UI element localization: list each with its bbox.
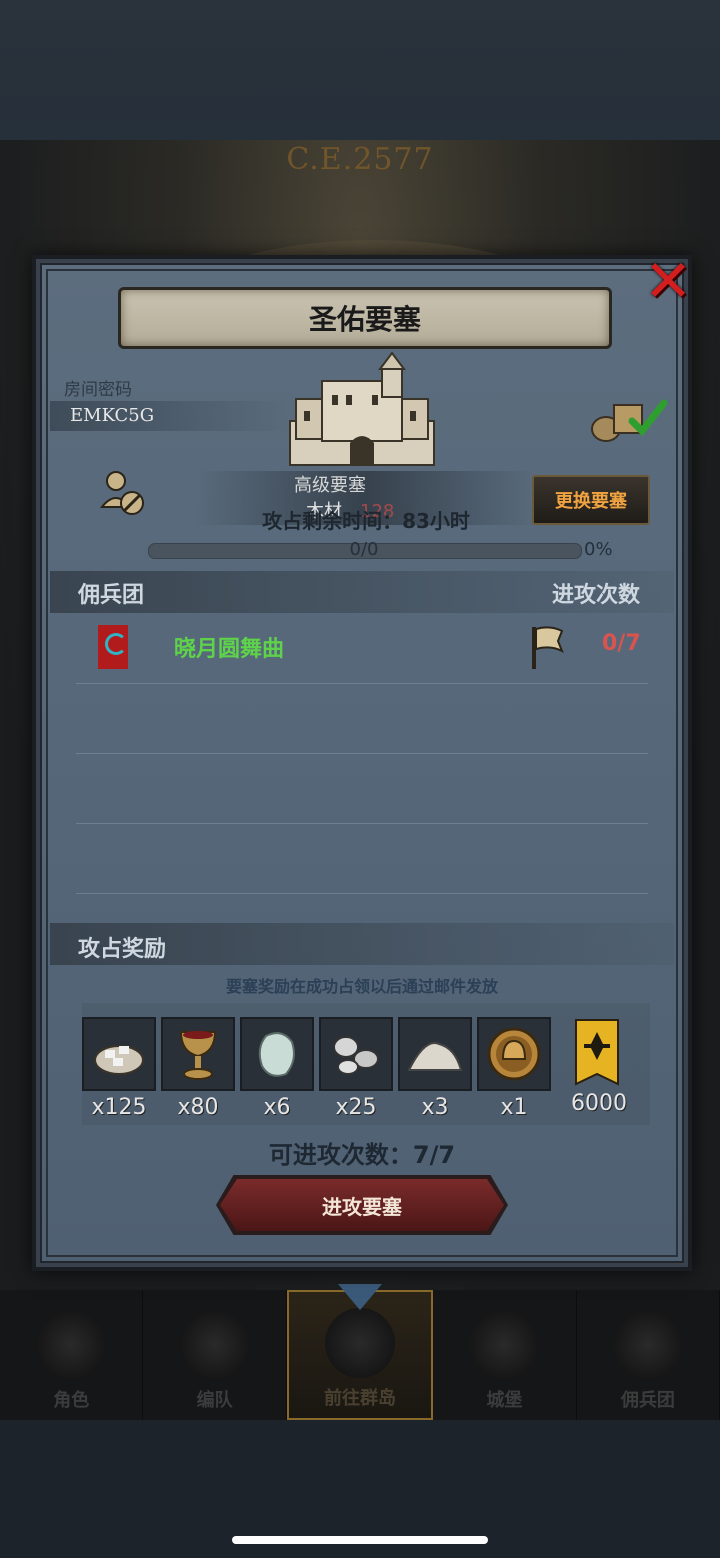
attack-fortress-button[interactable]: 进攻要塞 (220, 1179, 504, 1231)
fortress-grade: 高级要塞 (294, 475, 366, 496)
row-divider (76, 683, 648, 684)
flag-icon (532, 626, 564, 669)
reward-qty: 6000 (571, 1091, 627, 1116)
nav-item-mercenary[interactable]: 佣兵团 (577, 1290, 720, 1420)
close-button[interactable]: ✕ (640, 247, 696, 315)
nav-label: 前往群岛 (324, 1388, 397, 1409)
guild-banner-icon (562, 1017, 632, 1087)
formation-icon (179, 1310, 250, 1380)
nav-label: 角色 (53, 1390, 90, 1411)
attack-button-label: 进攻要塞 (322, 1194, 402, 1219)
fortress-modal: 圣佑要塞 ✕ 房间密码 EMKC5G 高级要塞 木材 128 攻占剩余时间：83小… (32, 252, 692, 1271)
reward-item[interactable]: 6000 (562, 1017, 636, 1116)
nav-item-role[interactable]: 角色 (0, 1290, 144, 1420)
bottom-nav: 角色 编队 前往群岛 城堡 佣兵团 (0, 1284, 720, 1420)
remaining-time: 攻占剩余时间：83小时 (262, 509, 470, 533)
helmet-medal-icon (477, 1017, 551, 1091)
reward-item[interactable]: x25 (319, 1017, 393, 1120)
reward-qty: x125 (91, 1095, 147, 1120)
guild-banner-icon (98, 625, 128, 669)
knight-icon (36, 1310, 107, 1380)
remaining-attempts: 可进攻次数：7/7 (268, 1141, 456, 1169)
silver-ore-sack-icon (82, 1017, 156, 1091)
room-code-value: EMKC5G (70, 405, 155, 426)
chevron-down-icon (338, 1284, 383, 1310)
progress-label: 0/0 (349, 539, 379, 560)
guild-name: 晓月圆舞曲 (174, 637, 285, 662)
powder-pile-icon (398, 1017, 472, 1091)
moonstone-icon (240, 1017, 314, 1091)
globe-icon (325, 1308, 396, 1378)
change-fortress-button[interactable]: 更换要塞 (532, 475, 650, 525)
rewards-section-title: 攻占奖励 (78, 937, 167, 962)
nav-item-islands[interactable]: 前往群岛 (286, 1284, 434, 1420)
reward-item[interactable]: x125 (82, 1017, 156, 1120)
top-background (0, 0, 720, 140)
mercenary-section-title: 佣兵团 (78, 583, 145, 608)
reward-note: 要塞奖励在成功占领以后通过邮件发放 (225, 977, 498, 996)
guild-attack-count: 0/7 (602, 631, 641, 656)
reward-item[interactable]: x3 (398, 1017, 472, 1120)
reward-qty: x6 (263, 1095, 291, 1120)
reward-qty: x80 (177, 1095, 219, 1120)
reward-item[interactable]: x80 (161, 1017, 235, 1120)
row-divider (76, 823, 648, 824)
castle-icon (289, 351, 435, 466)
reward-qty: x25 (335, 1095, 377, 1120)
silver-nuggets-icon (319, 1017, 393, 1091)
mercenary-icon (612, 1310, 683, 1380)
goblet-icon (161, 1017, 235, 1091)
row-divider (76, 893, 648, 894)
nav-label: 佣兵团 (620, 1390, 675, 1411)
reward-item[interactable]: x6 (240, 1017, 314, 1120)
reward-qty: x3 (421, 1095, 449, 1120)
modal-title: 圣佑要塞 (308, 303, 421, 336)
castle-icon (469, 1310, 540, 1380)
era-label: C.E.2577 (286, 142, 434, 177)
row-divider (76, 753, 648, 754)
nav-item-castle[interactable]: 城堡 (433, 1290, 577, 1420)
title-banner: 圣佑要塞 (118, 287, 612, 349)
nav-label: 编队 (196, 1390, 233, 1411)
close-x-icon: ✕ (643, 247, 693, 315)
progress-percent: 0% (584, 539, 613, 560)
attack-count-header: 进攻次数 (552, 583, 641, 608)
room-code-label: 房间密码 (64, 380, 132, 400)
nav-label: 城堡 (486, 1390, 523, 1411)
home-indicator[interactable] (232, 1536, 488, 1544)
guild-row[interactable]: 晓月圆舞曲 0/7 (50, 615, 674, 679)
nav-item-formation[interactable]: 编队 (143, 1290, 287, 1420)
user-blocked-icon (99, 471, 144, 515)
reward-item[interactable]: x1 (477, 1017, 551, 1120)
supply-check-icon (591, 399, 668, 442)
reward-qty: x1 (500, 1095, 528, 1120)
